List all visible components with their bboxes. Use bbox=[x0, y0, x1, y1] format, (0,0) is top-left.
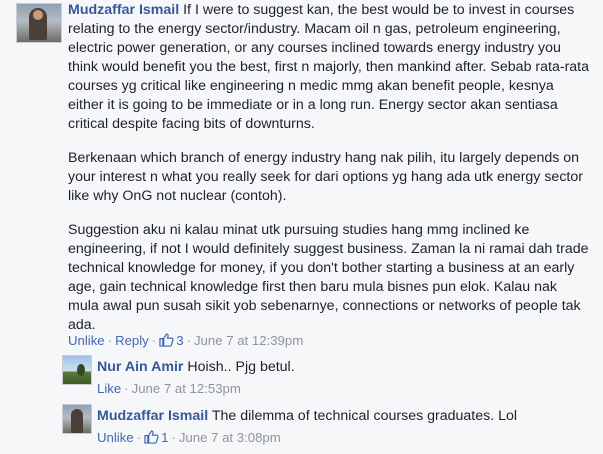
avatar[interactable] bbox=[16, 3, 62, 43]
like-count[interactable]: 1 bbox=[144, 430, 168, 445]
reply-actions: Like · June 7 at 12:53pm bbox=[97, 381, 241, 396]
avatar-figure bbox=[71, 409, 83, 433]
thumbs-up-icon bbox=[159, 333, 174, 347]
separator: · bbox=[107, 333, 113, 348]
reply-body: Nur Ain Amir Hoish.. Pjg betul. bbox=[97, 358, 587, 377]
reply-author[interactable]: Mudzaffar Ismail bbox=[97, 408, 208, 424]
separator: · bbox=[186, 333, 191, 348]
timestamp[interactable]: June 7 at 3:08pm bbox=[179, 430, 281, 445]
avatar-face bbox=[33, 10, 43, 20]
separator: · bbox=[136, 430, 142, 445]
thumbs-up-icon bbox=[144, 430, 159, 444]
reply-text: Hoish.. Pjg betul. bbox=[183, 359, 295, 375]
comment-actions: Unlike · Reply · 3 · June 7 at 12:39pm bbox=[68, 333, 303, 348]
reply-link[interactable]: Reply bbox=[115, 333, 149, 348]
unlike-link[interactable]: Unlike bbox=[68, 333, 105, 348]
separator: · bbox=[171, 430, 176, 445]
avatar-tree bbox=[77, 364, 85, 376]
reply-author[interactable]: Nur Ain Amir bbox=[97, 359, 183, 375]
reply-body: Mudzaffar Ismail The dilemma of technica… bbox=[97, 407, 587, 426]
avatar[interactable] bbox=[62, 355, 92, 385]
reply-text: The dilemma of technical courses graduat… bbox=[208, 408, 518, 424]
separator: · bbox=[124, 381, 129, 396]
comment-text: If I were to suggest kan, the best would… bbox=[68, 2, 590, 132]
timestamp[interactable]: June 7 at 12:53pm bbox=[132, 381, 241, 396]
like-count[interactable]: 3 bbox=[159, 333, 184, 348]
comment-author[interactable]: Mudzaffar Ismail bbox=[68, 2, 179, 18]
separator: · bbox=[151, 333, 157, 348]
avatar[interactable] bbox=[62, 404, 92, 434]
like-count-number: 1 bbox=[161, 430, 169, 445]
timestamp[interactable]: June 7 at 12:39pm bbox=[194, 333, 303, 348]
like-link[interactable]: Like bbox=[97, 381, 121, 396]
comment-body: Mudzaffar Ismail If I were to suggest ka… bbox=[68, 1, 590, 134]
unlike-link[interactable]: Unlike bbox=[97, 430, 134, 445]
reply-actions: Unlike · 1 · June 7 at 3:08pm bbox=[97, 430, 281, 445]
comment-paragraph: Suggestion aku ni kalau minat utk pursui… bbox=[68, 222, 589, 333]
like-count-number: 3 bbox=[176, 333, 184, 348]
comment-paragraph: Berkenaan which branch of energy industr… bbox=[68, 150, 583, 204]
